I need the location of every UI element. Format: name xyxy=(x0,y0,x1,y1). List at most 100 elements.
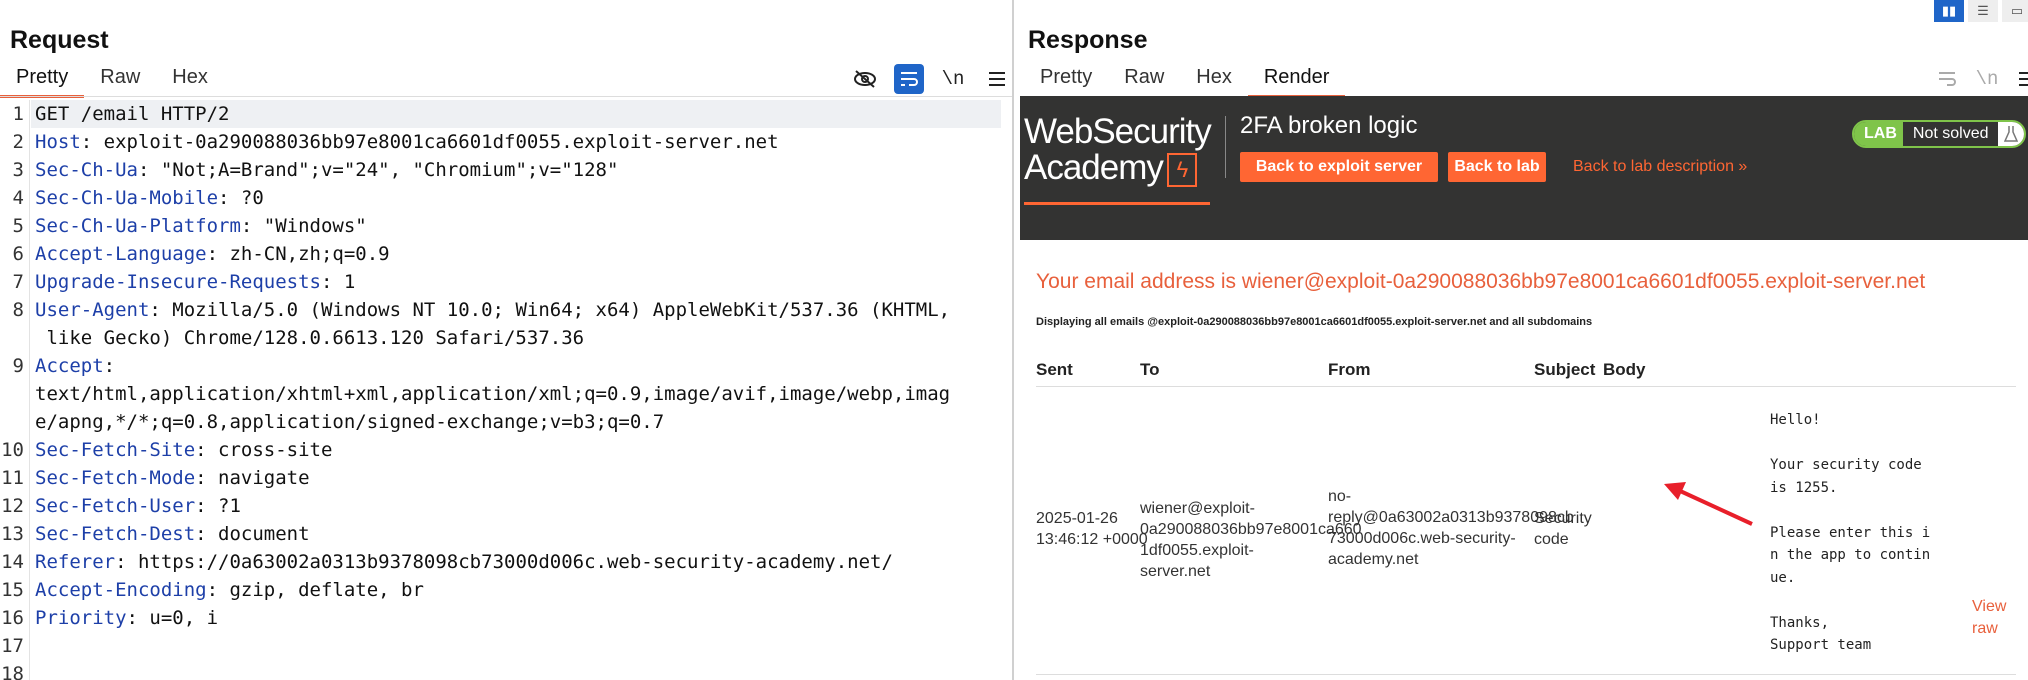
request-editor[interactable]: 1 GET /email HTTP/2 2 Host: exploit-0a29008… xyxy=(0,100,1012,680)
newline-toggle[interactable]: \n xyxy=(938,64,968,94)
view-raw-link[interactable]: View raw xyxy=(1972,596,2022,640)
code-line[interactable]: 10 Sec-Fetch-Site: cross-site xyxy=(0,436,1012,464)
header-name: Accept xyxy=(35,355,104,377)
body-line: Your security code xyxy=(1770,457,1922,473)
code-line[interactable]: text/html,application/xhtml+xml,applicat… xyxy=(0,380,1012,408)
wrap-lines-icon[interactable] xyxy=(1932,64,1962,94)
code-line[interactable]: 7 Upgrade-Insecure-Requests: 1 xyxy=(0,268,1012,296)
header-name: Sec-Fetch-Site xyxy=(35,439,196,461)
subject-line: code xyxy=(1534,531,1569,548)
back-to-exploit-server-button[interactable]: Back to exploit server xyxy=(1240,152,1438,182)
line-number: 6 xyxy=(12,243,24,265)
newline-toggle[interactable]: \n xyxy=(1972,64,2002,94)
header-value: text/html,application/xhtml+xml,applicat… xyxy=(35,383,951,405)
tab-hex[interactable]: Hex xyxy=(1180,64,1248,98)
tab-pretty[interactable]: Pretty xyxy=(0,64,85,98)
code-line[interactable]: 18 xyxy=(0,660,1012,680)
code-line[interactable]: 1 GET /email HTTP/2 xyxy=(0,100,1012,128)
line-text: Sec-Fetch-Mode: navigate xyxy=(35,464,310,492)
code-line[interactable]: 5 Sec-Ch-Ua-Platform: "Windows" xyxy=(0,212,1012,240)
logo-text-2: Academy xyxy=(1024,148,1164,187)
to-line: wiener@exploit- xyxy=(1140,500,1255,517)
body-line: ue. xyxy=(1770,569,1796,586)
lab-status: Not solved xyxy=(1902,122,1999,146)
line-text: Sec-Ch-Ua-Platform: "Windows" xyxy=(35,212,367,240)
response-toolbar: \n xyxy=(1932,64,2028,94)
header-value: : "Not;A=Brand";v="24", "Chromium";v="12… xyxy=(137,159,619,181)
code-line[interactable]: like Gecko) Chrome/128.0.6613.120 Safari… xyxy=(0,324,1012,352)
header-value: : Mozilla/5.0 (Windows NT 10.0; Win64; x… xyxy=(149,299,951,321)
tab-render[interactable]: Render xyxy=(1247,64,1346,98)
hamburger-menu-icon[interactable] xyxy=(2012,64,2028,94)
code-line[interactable]: e/apng,*/*;q=0.8,application/signed-exch… xyxy=(0,408,1012,436)
code-line[interactable]: 3 Sec-Ch-Ua: "Not;A=Brand";v="24", "Chrom… xyxy=(0,156,1012,184)
layout-switcher: ▮▮ ☰ ▭ xyxy=(1934,0,2028,22)
line-text: Sec-Fetch-Dest: document xyxy=(35,520,310,548)
line-number: 16 xyxy=(1,607,24,629)
tab-pretty[interactable]: Pretty xyxy=(1024,64,1108,98)
code-line[interactable]: 15 Accept-Encoding: gzip, deflate, br xyxy=(0,576,1012,604)
email-address-heading: Your email address is wiener@exploit-0a2… xyxy=(1036,270,1926,293)
body-line: Hello! xyxy=(1770,412,1821,428)
line-text: User-Agent: Mozilla/5.0 (Windows NT 10.0… xyxy=(35,296,950,324)
code-line[interactable]: 17 xyxy=(0,632,1012,660)
code-line[interactable]: 12 Sec-Fetch-User: ?1 xyxy=(0,492,1012,520)
line-number: 14 xyxy=(1,551,24,573)
code-line[interactable]: 6 Accept-Language: zh-CN,zh;q=0.9 xyxy=(0,240,1012,268)
line-text: Accept: xyxy=(35,352,115,380)
hamburger-menu-icon[interactable] xyxy=(982,64,1012,94)
request-title: Request xyxy=(10,26,109,54)
tab-raw[interactable]: Raw xyxy=(1108,64,1180,98)
tab-hex[interactable]: Hex xyxy=(156,64,224,98)
back-to-lab-description-link[interactable]: Back to lab description » xyxy=(1573,158,1747,176)
code-line[interactable]: 4 Sec-Ch-Ua-Mobile: ?0 xyxy=(0,184,1012,212)
logo-underline xyxy=(1024,202,1210,205)
header-value: : ?0 xyxy=(218,187,264,209)
line-text: Sec-Fetch-User: ?1 xyxy=(35,492,241,520)
line-text: Referer: https://0a63002a0313b9378098cb7… xyxy=(35,548,893,576)
displaying-all-emails-note: Displaying all emails @exploit-0a2900880… xyxy=(1036,316,1593,328)
single-pane-icon[interactable]: ▭ xyxy=(2002,0,2028,22)
header-name: Sec-Fetch-Dest xyxy=(35,523,196,545)
cell-subject: Security code xyxy=(1534,508,1592,550)
line-number: 8 xyxy=(12,299,24,321)
header-name: Sec-Fetch-User xyxy=(35,495,196,517)
code-line[interactable]: 9 Accept: xyxy=(0,352,1012,380)
line-number: 18 xyxy=(1,663,24,680)
sent-time: 13:46:12 +0000 xyxy=(1036,531,1148,548)
line-number: 11 xyxy=(1,467,24,489)
header-name: Accept-Language xyxy=(35,243,207,265)
col-from: From xyxy=(1328,360,1371,379)
line-text: Priority: u=0, i xyxy=(35,604,218,632)
line-text: like Gecko) Chrome/128.0.6613.120 Safari… xyxy=(35,324,584,352)
header-value: GET /email HTTP/2 xyxy=(35,103,230,125)
code-line[interactable]: 16 Priority: u=0, i xyxy=(0,604,1012,632)
header-name: Host xyxy=(35,131,81,153)
code-line[interactable]: 11 Sec-Fetch-Mode: navigate xyxy=(0,464,1012,492)
code-line[interactable]: 8 User-Agent: Mozilla/5.0 (Windows NT 10.… xyxy=(0,296,1012,324)
cell-from: no- reply@0a63002a0313b9378098cb 73000d0… xyxy=(1328,486,1574,570)
tab-raw[interactable]: Raw xyxy=(84,64,156,98)
body-line: Support team xyxy=(1770,637,1872,653)
header-name: Sec-Fetch-Mode xyxy=(35,467,196,489)
eye-slash-icon[interactable] xyxy=(850,64,880,94)
render-view: WebSecurity Academy ϟ 2FA broken logic Ba… xyxy=(1020,96,2028,680)
split-horizontal-icon[interactable]: ☰ xyxy=(1968,0,1998,22)
sent-date: 2025-01-26 xyxy=(1036,510,1118,527)
response-title: Response xyxy=(1028,26,1148,54)
request-toolbar: \n xyxy=(850,64,1012,94)
back-to-lab-button[interactable]: Back to lab xyxy=(1448,152,1546,182)
header-value: : gzip, deflate, br xyxy=(206,579,424,601)
code-line[interactable]: 14 Referer: https://0a63002a0313b9378098c… xyxy=(0,548,1012,576)
header-value: : 1 xyxy=(320,271,356,293)
header-value: : document xyxy=(195,523,310,545)
split-vertical-icon[interactable]: ▮▮ xyxy=(1934,0,1964,22)
code-line[interactable]: 13 Sec-Fetch-Dest: document xyxy=(0,520,1012,548)
code-line[interactable]: 2 Host: exploit-0a290088036bb97e8001ca660… xyxy=(0,128,1012,156)
to-line: 1df0055.exploit-server.net xyxy=(1140,542,1254,580)
wrap-lines-icon[interactable] xyxy=(894,64,924,94)
line-text: Accept-Encoding: gzip, deflate, br xyxy=(35,576,424,604)
line-number: 3 xyxy=(12,159,24,181)
cell-sent: 2025-01-26 13:46:12 +0000 xyxy=(1036,508,1148,550)
line-text: Host: exploit-0a290088036bb97e8001ca6601… xyxy=(35,128,779,156)
